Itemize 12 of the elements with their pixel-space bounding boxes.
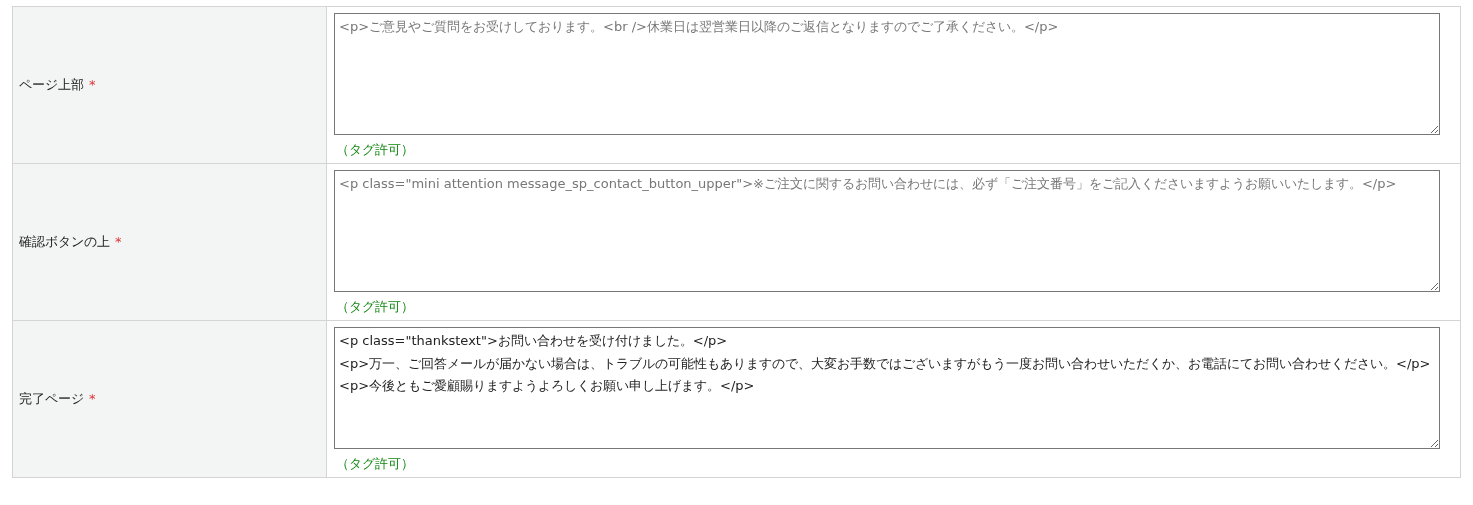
text-area[interactable]: <p>ご意見やご質問をお受けしております。<br />休業日は翌営業日以降のご返信となりますのでご了承ください。</p> [334, 13, 1440, 135]
required-mark: * [89, 391, 96, 406]
text-area[interactable]: <p class="thankstext">お問い合わせを受け付けました。</p> <p>万一、ご回答メールが届かない場合は、トラブルの可能性もありますので、大変お手数ではございますがもう一度お問い合わせいただくか、お電話にてお問い合わせください。</p> <p>今後ともご愛顧賜りますようよろしくお願い申し上げます。</p> [334, 327, 1440, 449]
tag-note: （タグ許可） [336, 455, 415, 473]
text-area[interactable]: <p class="mini attention message_sp_contact_button_upper">※ご注文に関するお問い合わせには、必ず「ご注文番号」をご記入くださいますようお願いいたします。</p> [334, 170, 1440, 292]
required-mark: * [89, 77, 96, 92]
field-label: ページ上部 [19, 77, 84, 92]
field-label: 確認ボタンの上 [19, 234, 110, 249]
tag-note: （タグ許可） [336, 141, 415, 159]
tag-note: （タグ許可） [336, 298, 415, 316]
field-label: 完了ページ [19, 391, 84, 406]
required-mark: * [115, 234, 122, 249]
